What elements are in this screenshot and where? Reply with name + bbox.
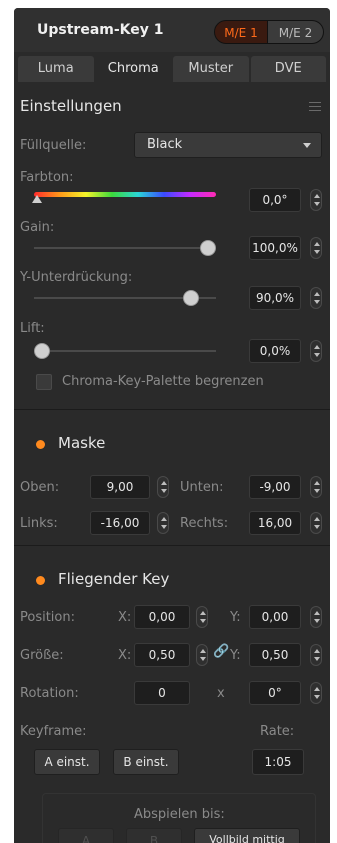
- tab-chroma[interactable]: Chroma: [95, 56, 171, 82]
- mask-left-label: Links:: [20, 516, 58, 531]
- lift-knob[interactable]: [34, 343, 50, 359]
- position-y-value[interactable]: 0,00: [249, 605, 301, 629]
- mask-top-stepper[interactable]: [157, 476, 169, 498]
- gain-label: Gain:: [20, 220, 55, 235]
- y-suppress-knob[interactable]: [183, 290, 200, 306]
- position-y-label: Y:: [230, 610, 241, 625]
- mask-left-value[interactable]: -16,00: [90, 511, 150, 535]
- fill-source-value: Black: [147, 137, 183, 152]
- gain-value[interactable]: 100,0%: [249, 236, 301, 260]
- hue-label: Farbton:: [20, 170, 74, 185]
- tab-muster[interactable]: Muster: [173, 56, 249, 82]
- tab-dve[interactable]: DVE: [250, 56, 326, 82]
- gain-knob[interactable]: [200, 240, 216, 256]
- set-b-button[interactable]: B einst.: [113, 749, 179, 775]
- divider: [14, 409, 330, 410]
- chevron-down-icon: [303, 143, 311, 148]
- rotation-degree-value[interactable]: 0°: [249, 681, 301, 705]
- fill-source-label: Füllquelle:: [20, 138, 87, 153]
- gain-stepper[interactable]: [310, 237, 322, 259]
- size-x-stepper[interactable]: [196, 644, 208, 666]
- palette-label: Chroma-Key-Palette begrenzen: [62, 374, 264, 389]
- palette-checkbox[interactable]: [36, 374, 52, 390]
- menu-icon[interactable]: [309, 102, 321, 111]
- position-x-value[interactable]: 0,00: [134, 605, 190, 629]
- hue-value[interactable]: 0,0°: [249, 188, 301, 212]
- y-suppress-label: Y-Unterdrückung:: [20, 270, 133, 285]
- rate-label: Rate:: [260, 724, 295, 739]
- y-suppress-value[interactable]: 90,0%: [249, 286, 301, 310]
- size-y-stepper[interactable]: [310, 644, 322, 666]
- mask-heading: Maske: [58, 434, 106, 452]
- fly-key-heading: Fliegender Key: [58, 570, 170, 588]
- divider: [14, 545, 330, 546]
- tab-luma[interactable]: Luma: [18, 56, 94, 82]
- me2-button[interactable]: M/E 2: [268, 20, 324, 44]
- play-to-b-button[interactable]: B: [126, 828, 182, 843]
- mask-top-value[interactable]: 9,00: [90, 475, 150, 499]
- mask-left-stepper[interactable]: [157, 512, 169, 534]
- size-x-label: X:: [118, 648, 132, 663]
- position-x-label: X:: [118, 610, 132, 625]
- set-a-button[interactable]: A einst.: [34, 749, 100, 775]
- mask-bottom-stepper[interactable]: [310, 476, 322, 498]
- tab-bar: Luma Chroma Muster DVE: [18, 56, 326, 82]
- me1-button[interactable]: M/E 1: [214, 20, 268, 44]
- settings-heading: Einstellungen: [20, 97, 122, 115]
- play-to-label: Abspielen bis:: [134, 807, 225, 822]
- position-x-stepper[interactable]: [196, 606, 208, 628]
- size-y-value[interactable]: 0,50: [249, 643, 301, 667]
- fill-source-dropdown[interactable]: Black: [134, 132, 322, 158]
- mask-bottom-value[interactable]: -9,00: [249, 475, 301, 499]
- position-label: Position:: [20, 610, 75, 625]
- lift-label: Lift:: [20, 321, 45, 336]
- position-y-stepper[interactable]: [310, 606, 322, 628]
- upstream-key-panel: Upstream-Key 1 M/E 1 M/E 2 Luma Chroma M…: [14, 8, 330, 843]
- keyframe-label: Keyframe:: [20, 724, 87, 739]
- mask-enabled-dot-icon[interactable]: [36, 440, 45, 449]
- panel-title: Upstream-Key 1: [37, 22, 164, 38]
- lift-stepper[interactable]: [310, 340, 322, 362]
- play-to-a-button[interactable]: A: [58, 828, 114, 843]
- panel-header: Upstream-Key 1 M/E 1 M/E 2: [14, 8, 330, 52]
- mask-right-value[interactable]: 16,00: [249, 511, 301, 535]
- mask-top-label: Oben:: [20, 480, 60, 495]
- mask-bottom-label: Unten:: [180, 480, 224, 495]
- y-suppress-stepper[interactable]: [310, 287, 322, 309]
- rotation-stepper[interactable]: [310, 682, 322, 704]
- size-x-value[interactable]: 0,50: [134, 643, 190, 667]
- hue-stepper[interactable]: [310, 189, 322, 211]
- mask-right-label: Rechts:: [180, 516, 229, 531]
- lift-value[interactable]: 0,0%: [249, 339, 301, 363]
- size-label: Größe:: [20, 648, 64, 663]
- mask-right-stepper[interactable]: [310, 512, 322, 534]
- rate-value[interactable]: 1:05: [252, 749, 304, 775]
- rotation-label: Rotation:: [20, 686, 79, 701]
- hue-slider[interactable]: [34, 192, 216, 197]
- rotation-turns-value[interactable]: 0: [134, 681, 190, 705]
- hue-marker-icon[interactable]: [32, 195, 42, 203]
- gain-track[interactable]: [34, 247, 216, 249]
- rotation-x-label: x: [217, 686, 225, 701]
- fly-key-enabled-dot-icon[interactable]: [36, 576, 45, 585]
- link-icon[interactable]: 🔗: [213, 644, 229, 659]
- play-to-fullscreen-button[interactable]: Vollbild mittig: [194, 828, 300, 843]
- lift-track[interactable]: [34, 350, 216, 352]
- size-y-label: Y:: [230, 648, 241, 663]
